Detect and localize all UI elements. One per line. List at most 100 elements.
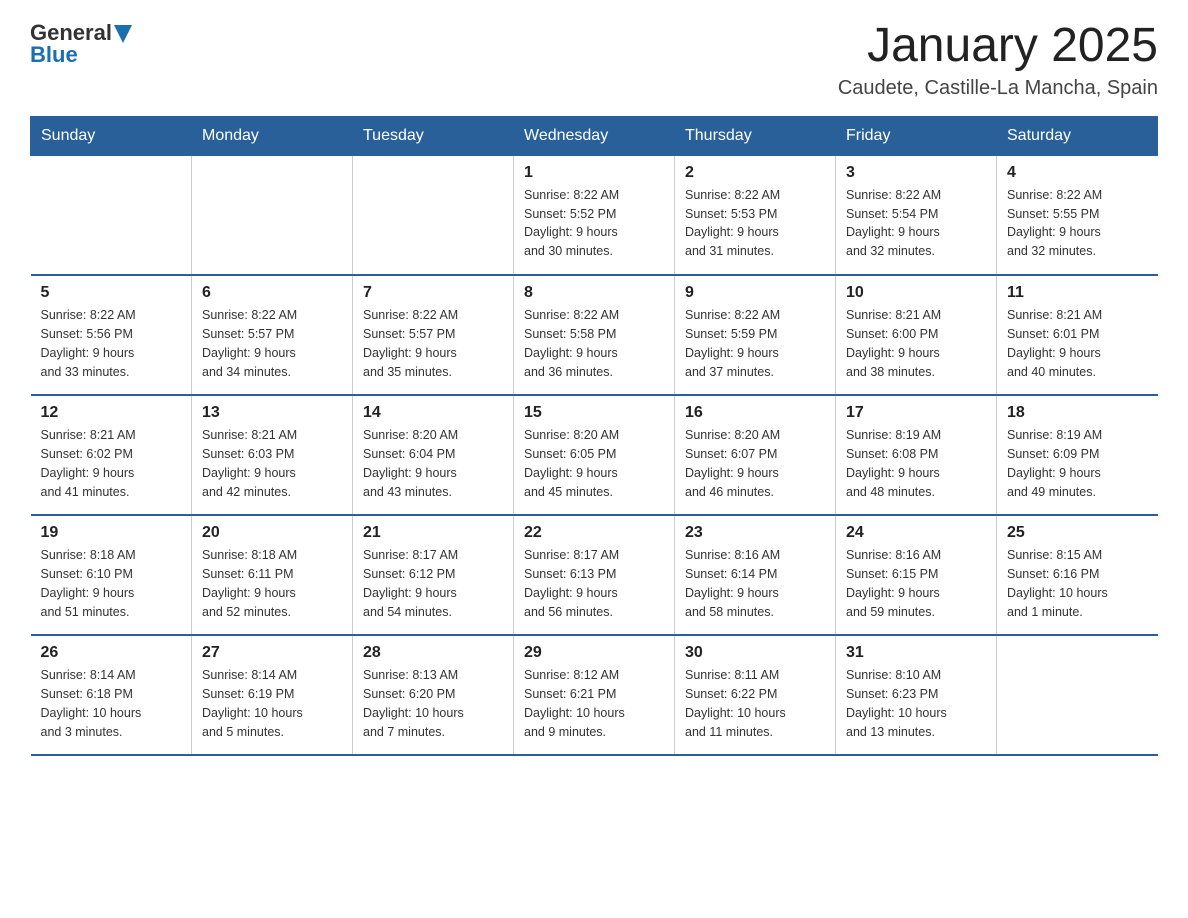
weekday-header-tuesday: Tuesday [353,116,514,155]
day-number: 4 [1007,164,1148,182]
day-number: 7 [363,284,503,302]
day-number: 12 [41,404,182,422]
calendar-cell: 31Sunrise: 8:10 AM Sunset: 6:23 PM Dayli… [836,635,997,755]
day-number: 5 [41,284,182,302]
day-number: 10 [846,284,986,302]
calendar-cell: 14 Sunrise: 8:20 AM Sunset: 6:04 PM Dayli… [353,395,514,515]
calendar-week-row: 19 Sunrise: 8:18 AM Sunset: 6:10 PM Dayli… [31,515,1158,635]
page-header: General Blue January 2025 Caudete, Casti… [30,20,1158,100]
calendar-cell: 17Sunrise: 8:19 AM Sunset: 6:08 PM Dayli… [836,395,997,515]
calendar-cell: 18 Sunrise: 8:19 AM Sunset: 6:09 PM Dayli… [997,395,1158,515]
weekday-header-row: SundayMondayTuesdayWednesdayThursdayFrid… [31,116,1158,155]
day-number: 15 [524,404,664,422]
calendar-cell: 9Sunrise: 8:22 AM Sunset: 5:59 PM Daylig… [675,275,836,395]
calendar-cell: 29 Sunrise: 8:12 AM Sunset: 6:21 PM Dayli… [514,635,675,755]
day-number: 23 [685,524,825,542]
weekday-header-thursday: Thursday [675,116,836,155]
day-info: Sunrise: 8:21 AM Sunset: 6:03 PM Dayligh… [202,426,342,501]
day-info: Sunrise: 8:18 AM Sunset: 6:11 PM Dayligh… [202,546,342,621]
calendar-cell [192,155,353,275]
day-info: Sunrise: 8:10 AM Sunset: 6:23 PM Dayligh… [846,666,986,741]
day-info: Sunrise: 8:20 AM Sunset: 6:04 PM Dayligh… [363,426,503,501]
logo-blue: Blue [30,42,78,68]
day-info: Sunrise: 8:20 AM Sunset: 6:05 PM Dayligh… [524,426,664,501]
calendar-cell: 23 Sunrise: 8:16 AM Sunset: 6:14 PM Dayli… [675,515,836,635]
day-number: 20 [202,524,342,542]
day-info: Sunrise: 8:13 AM Sunset: 6:20 PM Dayligh… [363,666,503,741]
day-info: Sunrise: 8:21 AM Sunset: 6:00 PM Dayligh… [846,306,986,381]
calendar-cell: 28 Sunrise: 8:13 AM Sunset: 6:20 PM Dayli… [353,635,514,755]
title-block: January 2025 Caudete, Castille-La Mancha… [838,20,1158,100]
calendar-cell: 3Sunrise: 8:22 AM Sunset: 5:54 PM Daylig… [836,155,997,275]
calendar-cell: 19 Sunrise: 8:18 AM Sunset: 6:10 PM Dayli… [31,515,192,635]
weekday-header-saturday: Saturday [997,116,1158,155]
calendar-cell: 26Sunrise: 8:14 AM Sunset: 6:18 PM Dayli… [31,635,192,755]
day-info: Sunrise: 8:22 AM Sunset: 5:56 PM Dayligh… [41,306,182,381]
calendar-cell: 7 Sunrise: 8:22 AM Sunset: 5:57 PM Daylig… [353,275,514,395]
calendar-cell: 20 Sunrise: 8:18 AM Sunset: 6:11 PM Dayli… [192,515,353,635]
day-info: Sunrise: 8:22 AM Sunset: 5:55 PM Dayligh… [1007,186,1148,261]
day-info: Sunrise: 8:21 AM Sunset: 6:01 PM Dayligh… [1007,306,1148,381]
day-number: 24 [846,524,986,542]
calendar-week-row: 12Sunrise: 8:21 AM Sunset: 6:02 PM Dayli… [31,395,1158,515]
day-info: Sunrise: 8:19 AM Sunset: 6:09 PM Dayligh… [1007,426,1148,501]
day-info: Sunrise: 8:11 AM Sunset: 6:22 PM Dayligh… [685,666,825,741]
day-number: 2 [685,164,825,182]
calendar-cell: 13 Sunrise: 8:21 AM Sunset: 6:03 PM Dayli… [192,395,353,515]
weekday-header-wednesday: Wednesday [514,116,675,155]
day-info: Sunrise: 8:22 AM Sunset: 5:57 PM Dayligh… [202,306,342,381]
day-info: Sunrise: 8:20 AM Sunset: 6:07 PM Dayligh… [685,426,825,501]
weekday-header-monday: Monday [192,116,353,155]
day-number: 16 [685,404,825,422]
calendar-cell: 5 Sunrise: 8:22 AM Sunset: 5:56 PM Daylig… [31,275,192,395]
calendar-cell: 15 Sunrise: 8:20 AM Sunset: 6:05 PM Dayli… [514,395,675,515]
weekday-header-sunday: Sunday [31,116,192,155]
calendar-cell [353,155,514,275]
day-info: Sunrise: 8:22 AM Sunset: 5:53 PM Dayligh… [685,186,825,261]
calendar-cell: 4 Sunrise: 8:22 AM Sunset: 5:55 PM Daylig… [997,155,1158,275]
day-info: Sunrise: 8:18 AM Sunset: 6:10 PM Dayligh… [41,546,182,621]
day-info: Sunrise: 8:16 AM Sunset: 6:15 PM Dayligh… [846,546,986,621]
day-number: 3 [846,164,986,182]
logo-triangle-icon [114,25,132,43]
day-number: 21 [363,524,503,542]
day-info: Sunrise: 8:22 AM Sunset: 5:52 PM Dayligh… [524,186,664,261]
calendar-cell: 24 Sunrise: 8:16 AM Sunset: 6:15 PM Dayli… [836,515,997,635]
calendar-cell: 2 Sunrise: 8:22 AM Sunset: 5:53 PM Daylig… [675,155,836,275]
calendar-cell: 27Sunrise: 8:14 AM Sunset: 6:19 PM Dayli… [192,635,353,755]
calendar-cell: 21Sunrise: 8:17 AM Sunset: 6:12 PM Dayli… [353,515,514,635]
calendar-cell: 11 Sunrise: 8:21 AM Sunset: 6:01 PM Dayli… [997,275,1158,395]
day-number: 6 [202,284,342,302]
day-number: 14 [363,404,503,422]
day-info: Sunrise: 8:22 AM Sunset: 5:57 PM Dayligh… [363,306,503,381]
calendar-cell: 6 Sunrise: 8:22 AM Sunset: 5:57 PM Daylig… [192,275,353,395]
day-number: 13 [202,404,342,422]
day-info: Sunrise: 8:12 AM Sunset: 6:21 PM Dayligh… [524,666,664,741]
day-info: Sunrise: 8:16 AM Sunset: 6:14 PM Dayligh… [685,546,825,621]
day-number: 22 [524,524,664,542]
day-number: 9 [685,284,825,302]
calendar-cell: 1 Sunrise: 8:22 AM Sunset: 5:52 PM Daylig… [514,155,675,275]
day-info: Sunrise: 8:15 AM Sunset: 6:16 PM Dayligh… [1007,546,1148,621]
calendar-cell [997,635,1158,755]
weekday-header-friday: Friday [836,116,997,155]
calendar-cell: 16 Sunrise: 8:20 AM Sunset: 6:07 PM Dayli… [675,395,836,515]
calendar-cell [31,155,192,275]
calendar-table: SundayMondayTuesdayWednesdayThursdayFrid… [30,116,1158,757]
day-number: 11 [1007,284,1148,302]
day-number: 19 [41,524,182,542]
logo: General Blue [30,20,132,68]
calendar-week-row: 26Sunrise: 8:14 AM Sunset: 6:18 PM Dayli… [31,635,1158,755]
day-info: Sunrise: 8:22 AM Sunset: 5:58 PM Dayligh… [524,306,664,381]
day-info: Sunrise: 8:19 AM Sunset: 6:08 PM Dayligh… [846,426,986,501]
day-number: 18 [1007,404,1148,422]
calendar-cell: 8 Sunrise: 8:22 AM Sunset: 5:58 PM Daylig… [514,275,675,395]
day-number: 29 [524,644,664,662]
day-number: 1 [524,164,664,182]
calendar-cell: 25Sunrise: 8:15 AM Sunset: 6:16 PM Dayli… [997,515,1158,635]
calendar-week-row: 1 Sunrise: 8:22 AM Sunset: 5:52 PM Daylig… [31,155,1158,275]
day-number: 8 [524,284,664,302]
day-number: 26 [41,644,182,662]
day-number: 28 [363,644,503,662]
day-number: 27 [202,644,342,662]
